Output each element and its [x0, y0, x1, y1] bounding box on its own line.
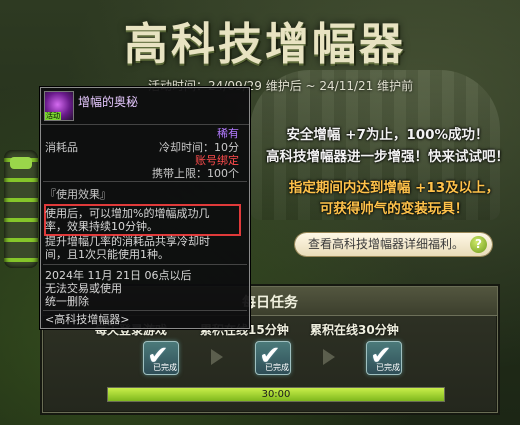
item-name: 增幅的奥秘: [78, 95, 139, 109]
banner-title: 高科技增幅器: [124, 19, 406, 70]
separator: [43, 310, 247, 311]
help-icon[interactable]: ?: [470, 236, 487, 253]
item-carry-limit: 携带上限：100个: [152, 167, 239, 180]
expire-line-2: 无法交易或使用: [45, 282, 122, 295]
mission-label-3: 累积在线30分钟: [310, 323, 399, 337]
arrow-right-icon: [323, 349, 335, 365]
expire-line-1: 2024年 11月 21日 06点以后: [45, 269, 192, 282]
mission-check-3[interactable]: ✔ 已完成: [366, 341, 402, 375]
effect-line-1: 使用后，可以增加%的增幅成功几: [45, 207, 210, 220]
mission-check-1[interactable]: ✔ 已完成: [143, 341, 179, 375]
effect-line-3: 提升增幅几率的消耗品共享冷却时: [45, 235, 210, 248]
promo-block-1: 安全增幅 +7为止，100%成功！ 高科技增幅器进一步增强！快来试试吧！: [255, 124, 520, 168]
arrow-right-icon: [211, 349, 223, 365]
promo-line-2: 高科技增幅器进一步增强！快来试试吧！: [266, 149, 509, 165]
online-time-progress: 30:00: [107, 387, 445, 402]
view-details-button[interactable]: 查看高科技增幅器详细福利。 ?: [295, 233, 492, 256]
tooltip-footer: <高科技增幅器>: [45, 313, 130, 326]
separator: [43, 181, 247, 182]
progress-text: 30:00: [261, 389, 291, 400]
event-tag: 活动: [45, 112, 61, 120]
promo-line-1: 安全增幅 +7为止，100%成功！: [286, 127, 489, 143]
effect-header: 『使用效果』: [45, 188, 111, 201]
check-sub-label: 已完成: [265, 363, 289, 372]
effect-line-4: 间，且1次只能使用1种。: [45, 248, 169, 261]
view-details-label: 查看高科技增幅器详细福利。: [308, 237, 465, 251]
promo-line-4: 可获得帅气的变装玩具！: [319, 201, 469, 217]
promo-block-2: 指定期间内达到增幅 +13及以上， 可获得帅气的变装玩具！: [268, 178, 520, 220]
promo-line-3: 指定期间内达到增幅 +13及以上，: [288, 180, 500, 196]
item-type: 消耗品: [45, 141, 78, 154]
expire-line-3: 统一删除: [45, 295, 89, 308]
separator: [43, 264, 247, 265]
mission-check-2[interactable]: ✔ 已完成: [255, 341, 291, 375]
tank-cap-decoration: [10, 157, 32, 169]
item-tooltip: 活动 增幅的奥秘 稀有 消耗品 冷却时间：10分 账号绑定 携带上限：100个 …: [40, 87, 250, 329]
check-sub-label: 已完成: [153, 363, 177, 372]
potion-icon: 活动: [44, 91, 74, 121]
effect-line-2: 率，效果持续10分钟。: [45, 220, 158, 233]
check-sub-label: 已完成: [376, 363, 400, 372]
tooltip-header: 活动 增幅的奥秘: [41, 88, 249, 125]
